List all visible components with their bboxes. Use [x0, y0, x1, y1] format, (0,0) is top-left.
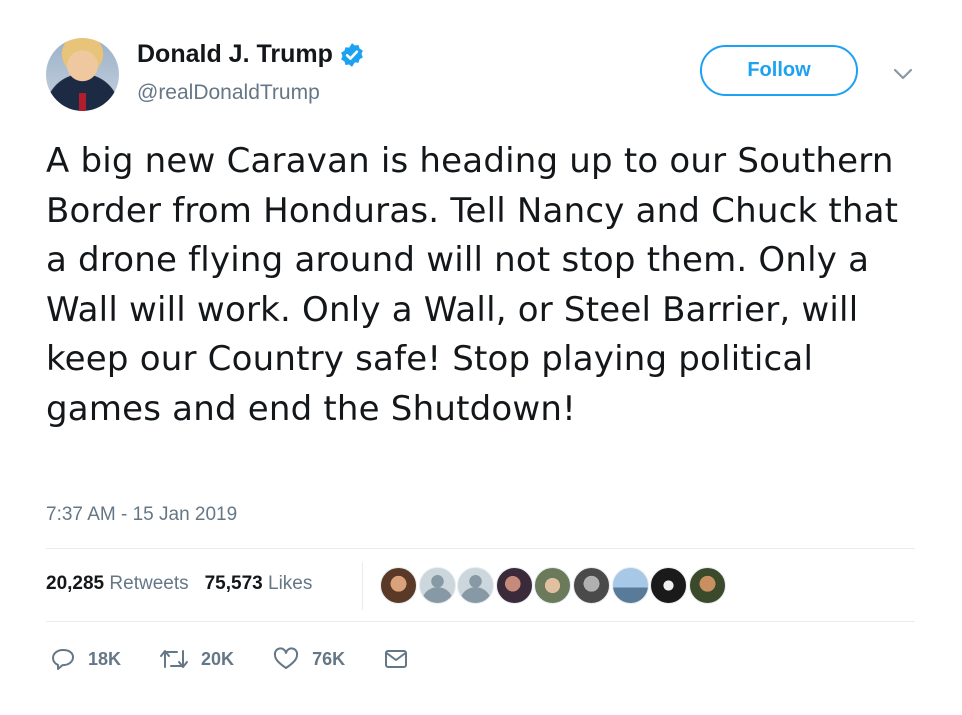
- author-handle[interactable]: @realDonaldTrump: [137, 81, 320, 105]
- liker-avatar[interactable]: [380, 567, 417, 604]
- divider: [46, 621, 915, 622]
- divider: [46, 548, 915, 549]
- tweet-text: A big new Caravan is heading up to our S…: [46, 141, 899, 429]
- reply-count: 18K: [88, 648, 122, 669]
- like-button[interactable]: 76K: [272, 647, 345, 671]
- retweet-count: 20K: [201, 648, 235, 669]
- liker-avatar[interactable]: [611, 567, 649, 604]
- liker-avatar[interactable]: [418, 567, 456, 604]
- reply-button[interactable]: 18K: [50, 647, 121, 671]
- tweet-actions: 18K 20K 76K: [50, 647, 459, 671]
- author-name-row: Donald J. Trump: [137, 40, 365, 69]
- liker-avatar[interactable]: [457, 567, 495, 604]
- liker-avatar[interactable]: [534, 567, 572, 604]
- like-count: 76K: [312, 648, 346, 669]
- message-icon: [385, 650, 408, 668]
- stats-separator: [362, 562, 363, 610]
- retweets-count: 20,285: [46, 573, 105, 594]
- likes-stat[interactable]: 75,573 Likes: [205, 573, 313, 595]
- retweets-stat-label: Retweets: [109, 573, 189, 594]
- retweet-icon: [160, 650, 189, 668]
- engagement-stats: 20,285 Retweets 75,573 Likes: [46, 573, 328, 595]
- author-name[interactable]: Donald J. Trump: [137, 40, 333, 69]
- liker-avatar[interactable]: [688, 567, 726, 604]
- author-avatar[interactable]: [46, 38, 119, 111]
- retweets-stat[interactable]: 20,285 Retweets: [46, 573, 189, 595]
- reply-icon: [52, 649, 74, 670]
- tweet-timestamp[interactable]: 7:37 AM - 15 Jan 2019: [46, 504, 237, 526]
- liker-avatar[interactable]: [495, 567, 533, 604]
- follow-button[interactable]: Follow: [700, 45, 858, 96]
- verified-badge-icon: [341, 42, 363, 67]
- liker-avatar[interactable]: [650, 567, 688, 604]
- likes-count: 75,573: [204, 573, 263, 594]
- likes-stat-label: Likes: [268, 573, 313, 594]
- chevron-down-icon[interactable]: [892, 66, 914, 82]
- direct-message-button[interactable]: [383, 648, 421, 670]
- liker-avatars: [380, 567, 727, 604]
- liker-avatar[interactable]: [572, 567, 610, 604]
- retweet-button[interactable]: 20K: [159, 647, 234, 671]
- like-icon: [274, 647, 299, 669]
